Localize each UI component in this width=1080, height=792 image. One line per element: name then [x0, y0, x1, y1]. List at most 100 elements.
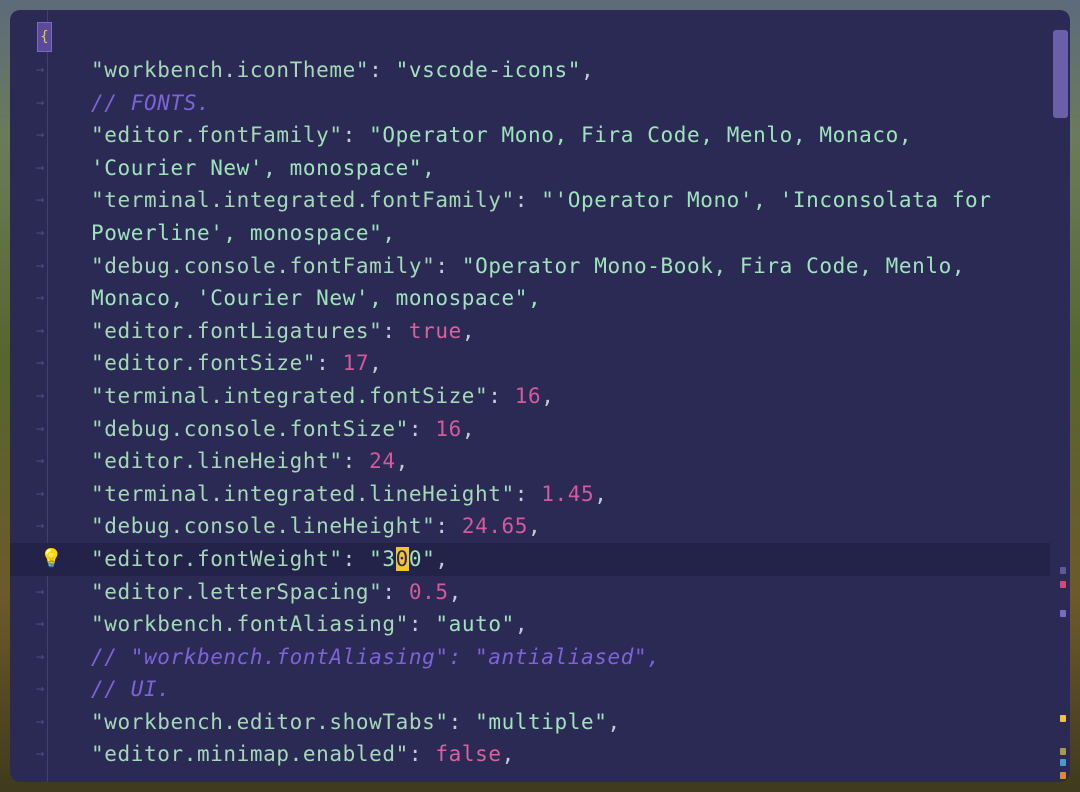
overview-mark [1060, 715, 1066, 722]
overview-mark [1060, 772, 1066, 779]
fold-icon[interactable]: { [37, 22, 52, 52]
code-line[interactable]: → "terminal.integrated.fontFamily": "'Ope… [10, 184, 1050, 217]
code-colon: : [408, 742, 436, 767]
lightbulb-icon[interactable]: 💡 [40, 543, 63, 576]
setting-value: 17 [342, 351, 370, 376]
setting-key: "debug.console.fontFamily" [91, 253, 436, 278]
setting-value: false [435, 742, 502, 767]
code-comment: // FONTS. [91, 90, 211, 115]
setting-value: 24 [369, 449, 396, 474]
setting-key: "editor.fontSize" [91, 351, 317, 376]
setting-key: "debug.console.fontSize" [91, 416, 409, 441]
indent-arrow-icon: → [36, 192, 46, 209]
code-line[interactable]: → "workbench.editor.showTabs": "multiple"… [10, 706, 1050, 739]
code-line[interactable]: → "editor.fontFamily": "Operator Mono, Fi… [10, 119, 1050, 152]
setting-key: "terminal.integrated.fontFamily" [91, 188, 515, 213]
editor-window: { → "workbench.iconTheme": "vscode-icons"… [10, 10, 1070, 782]
code-colon: : [316, 351, 343, 376]
code-colon: : [342, 449, 370, 474]
code-line[interactable]: → "editor.letterSpacing": 0.5, [10, 576, 1050, 609]
setting-value: "multiple" [475, 709, 608, 734]
setting-key: "editor.fontWeight" [91, 546, 343, 571]
code-comma: , [461, 416, 476, 441]
code-line[interactable]: → "debug.console.fontSize": 16, [10, 413, 1050, 446]
code-line[interactable]: 💡 "editor.fontWeight": "300", [10, 542, 1050, 576]
code-string: Powerline', monospace", [91, 220, 396, 245]
indent-arrow-icon: → [36, 387, 46, 404]
code-colon: : [435, 253, 462, 278]
code-comma: , [528, 514, 542, 539]
code-line[interactable]: → "terminal.integrated.fontSize": 16, [10, 380, 1050, 413]
indent-arrow-icon: → [36, 681, 46, 698]
text-cursor: 0 [395, 546, 409, 571]
setting-key: "editor.minimap.enabled" [91, 742, 409, 767]
setting-key: "editor.fontLigatures" [91, 318, 383, 343]
code-line[interactable]: → 'Courier New', monospace", [10, 152, 1050, 185]
setting-key: "workbench.fontAliasing" [91, 612, 409, 637]
indent-arrow-icon: → [36, 420, 46, 437]
indent-arrow-icon: → [36, 322, 46, 339]
setting-value: 24.65 [461, 514, 529, 539]
code-comma: , [435, 546, 449, 571]
code-line[interactable]: → "editor.lineHeight": 24, [10, 445, 1050, 478]
code-string: 'Courier New', monospace", [91, 155, 436, 180]
overview-mark [1060, 610, 1066, 617]
setting-value: true [408, 318, 462, 343]
code-line[interactable]: → "editor.minimap.enabled": false, [10, 738, 1050, 771]
setting-value: "vscode-icons" [395, 58, 582, 82]
indent-arrow-icon: → [36, 159, 46, 176]
code-area[interactable]: → "workbench.iconTheme": "vscode-icons", →… [10, 54, 1050, 771]
overview-mark [1060, 581, 1066, 588]
overview-ruler[interactable] [1052, 20, 1070, 780]
code-line[interactable]: → "editor.fontLigatures": true, [10, 315, 1050, 348]
indent-arrow-icon: → [36, 127, 46, 144]
indent-arrow-icon: → [36, 453, 46, 470]
setting-value: 16 [514, 383, 542, 408]
indent-arrow-icon: → [36, 648, 46, 665]
code-line[interactable]: → // "workbench.fontAliasing": "antialias… [10, 641, 1050, 674]
setting-key: "debug.console.lineHeight" [91, 514, 436, 539]
code-comma: , [581, 58, 595, 82]
setting-value: 0.5 [408, 579, 449, 604]
setting-value: "'Operator Mono', 'Inconsolata for [541, 188, 992, 213]
indent-arrow-icon: → [36, 62, 46, 78]
scrollbar-thumb[interactable] [1053, 30, 1068, 118]
code-line[interactable]: → Powerline', monospace", [10, 217, 1050, 250]
code-colon: : [369, 58, 396, 82]
code-line[interactable]: → "editor.fontSize": 17, [10, 347, 1050, 380]
code-comma: , [461, 318, 476, 343]
setting-value: 1.45 [541, 481, 595, 506]
code-colon: : [435, 514, 462, 539]
indent-arrow-icon: → [36, 583, 46, 600]
indent-arrow-icon: → [36, 94, 46, 111]
code-comma: , [594, 481, 608, 506]
setting-value: 16 [435, 416, 462, 441]
code-line[interactable]: → "workbench.fontAliasing": "auto", [10, 608, 1050, 641]
code-colon: : [488, 383, 515, 408]
code-line[interactable]: → // UI. [10, 673, 1050, 706]
code-colon: : [514, 188, 542, 213]
overview-mark [1060, 567, 1066, 574]
code-colon: : [382, 579, 409, 604]
code-line[interactable]: → "workbench.iconTheme": "vscode-icons", [10, 54, 1050, 87]
code-line[interactable]: → // FONTS. [10, 87, 1050, 120]
code-comma: , [501, 742, 515, 767]
code-colon: : [408, 612, 436, 637]
code-colon: : [408, 416, 436, 441]
setting-key: "editor.lineHeight" [91, 449, 343, 474]
indent-arrow-icon: → [36, 224, 46, 241]
code-comma: , [514, 612, 529, 637]
code-line[interactable]: → "terminal.integrated.lineHeight": 1.45, [10, 478, 1050, 511]
code-comment: // "workbench.fontAliasing": "antialiase… [91, 644, 661, 669]
code-line[interactable]: → "debug.console.lineHeight": 24.65, [10, 510, 1050, 543]
setting-value: "300" [369, 546, 436, 571]
code-colon: : [448, 709, 476, 734]
code-comma: , [607, 709, 621, 734]
code-line[interactable]: → "debug.console.fontFamily": "Operator M… [10, 250, 1050, 283]
code-comment: // UI. [91, 677, 171, 702]
setting-key: "workbench.iconTheme" [91, 58, 370, 82]
code-comma: , [395, 449, 409, 474]
code-line[interactable]: → Monaco, 'Courier New', monospace", [10, 282, 1050, 315]
code-comma: , [369, 351, 383, 376]
setting-value: "auto" [435, 612, 515, 637]
